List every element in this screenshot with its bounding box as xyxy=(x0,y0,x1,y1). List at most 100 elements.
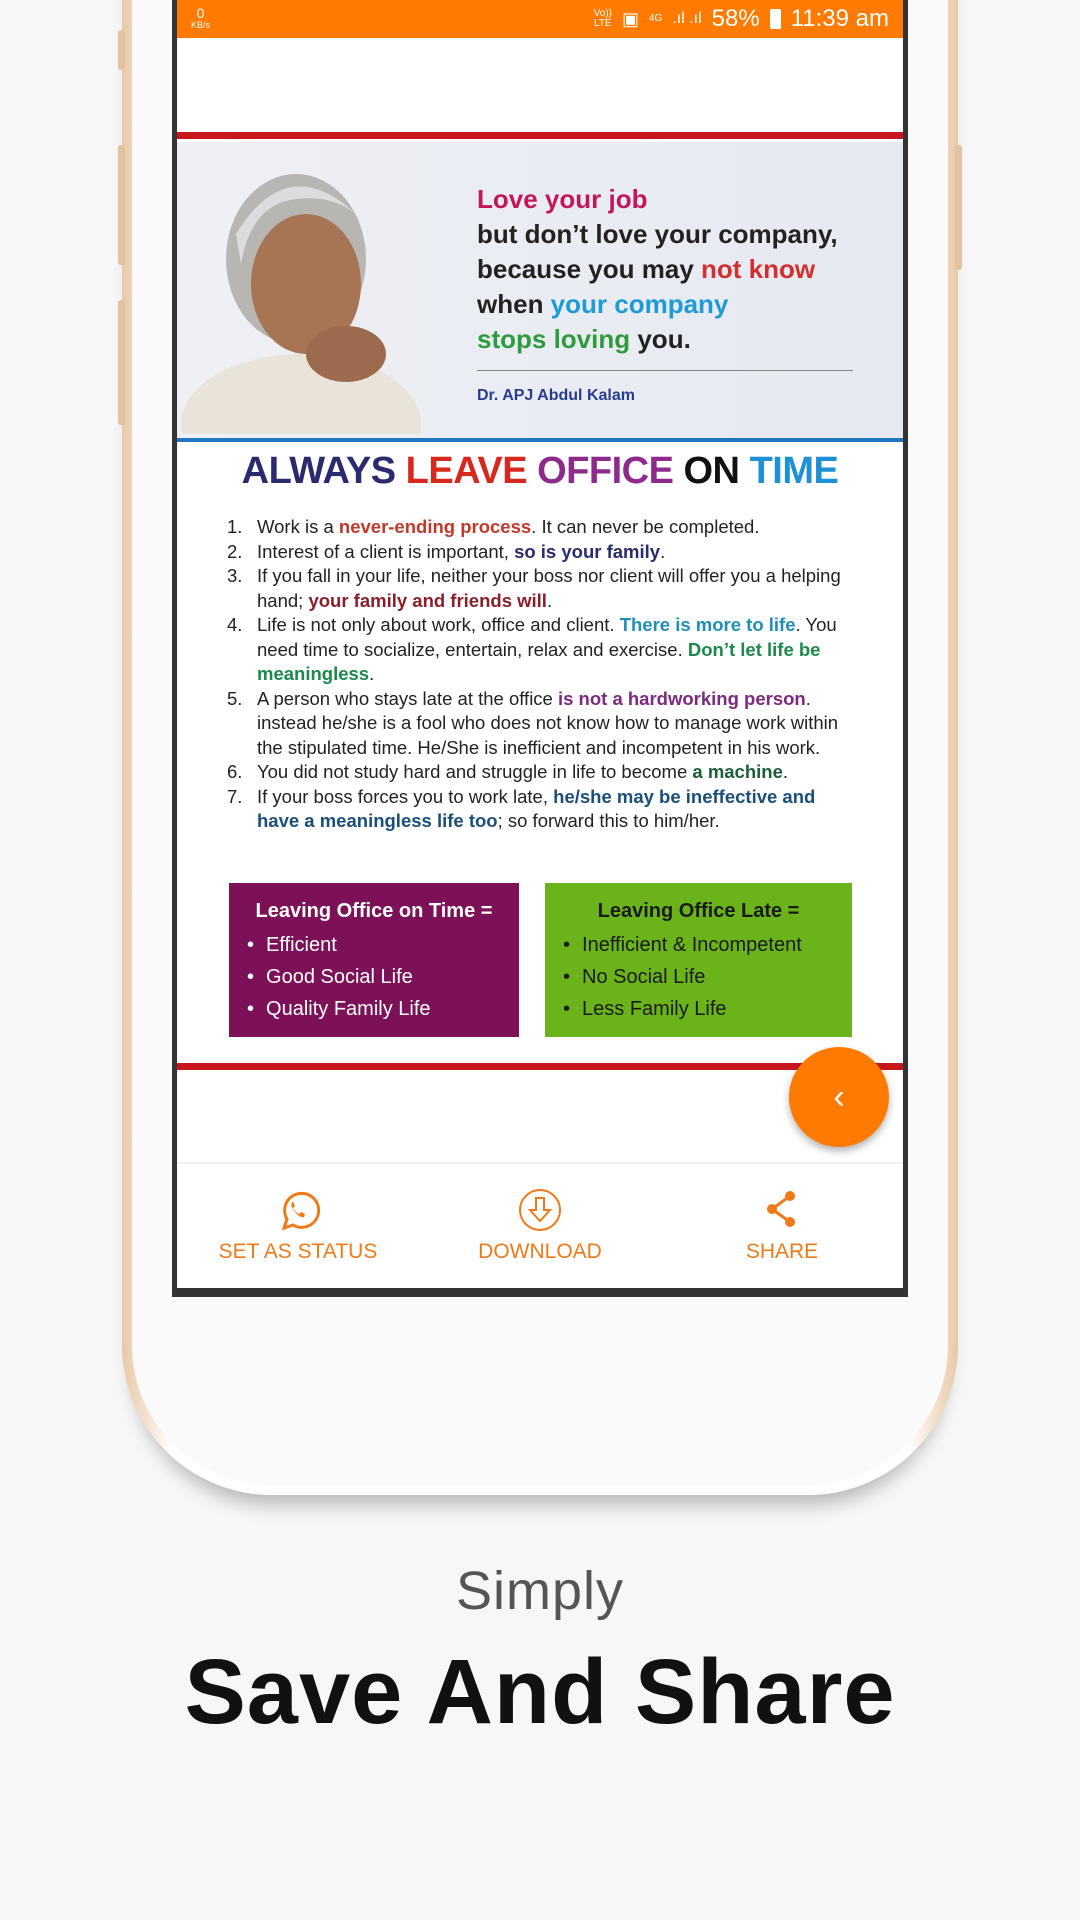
list-number: 1. xyxy=(227,516,243,537)
phone-power-button xyxy=(955,145,962,270)
text-span: A person who stays late at the office xyxy=(257,687,558,709)
status-bar: 0 KB/s Vo)) LTE ▣ 4G .ıl .ıl 58% 11:39 am xyxy=(177,0,903,38)
list-number: 6. xyxy=(227,761,243,782)
set-as-status-button[interactable]: SET AS STATUS xyxy=(177,1164,419,1288)
list-number: 2. xyxy=(227,540,243,562)
text-span: your company xyxy=(550,289,729,319)
volte-icon: Vo)) LTE xyxy=(593,8,612,29)
text-span: but don’t love your company, xyxy=(477,219,838,249)
list-item: Less Family Life xyxy=(563,993,834,1025)
title-word: TIME xyxy=(749,450,839,492)
late-box: Leaving Office Late = Inefficient & Inco… xyxy=(545,883,852,1037)
list-number: 5. xyxy=(227,687,243,709)
clock: 11:39 am xyxy=(790,5,889,32)
list-number: 3. xyxy=(227,565,243,586)
list-text: Life is not only about work, office and … xyxy=(257,613,861,687)
list-item: 3. If you fall in your life, neither your… xyxy=(227,564,861,613)
tips-list: 1. Work is a never-ending process. It can… xyxy=(227,515,861,834)
phone-side-button xyxy=(118,30,125,70)
list-item: 4. Life is not only about work, office an… xyxy=(227,613,861,687)
quote-divider-line xyxy=(177,438,903,442)
back-fab-button[interactable]: ‹ xyxy=(789,1047,889,1147)
poster-title: ALWAYS LEAVE OFFICE ON TIME xyxy=(177,450,903,493)
list-number: 7. xyxy=(227,785,243,807)
bottom-action-bar: SET AS STATUS DOWNLOAD SHARE xyxy=(177,1162,903,1288)
list-item: 7. If your boss forces you to work late, … xyxy=(227,785,861,834)
battery-percent: 58% xyxy=(711,5,760,32)
text-span: Love your job xyxy=(477,184,648,214)
phone-volume-up xyxy=(118,145,125,265)
quote-line: because you may not know xyxy=(477,252,838,287)
text-span: a machine xyxy=(692,761,783,782)
text-span: so is your family xyxy=(514,540,661,562)
list-item: 5. A person who stays late at the office … xyxy=(227,687,861,761)
caption-subtitle: Simply xyxy=(455,1561,625,1621)
set-as-status-label: SET AS STATUS xyxy=(218,1240,378,1263)
late-heading: Leaving Office Late = xyxy=(597,900,800,922)
text-span: . xyxy=(660,540,666,562)
caption-title: Save And Share xyxy=(184,1641,896,1743)
text-span: ; so forward this to him/her. xyxy=(497,810,720,831)
text-span: your family and friends will xyxy=(308,589,547,611)
list-text: A person who stays late at the office is… xyxy=(257,687,861,761)
list-item: Quality Family Life xyxy=(247,993,501,1025)
quote-line: but don’t love your company, xyxy=(477,217,838,252)
on-time-box: Leaving Office on Time = Efficient Good … xyxy=(229,883,519,1037)
download-button[interactable]: DOWNLOAD xyxy=(419,1164,661,1288)
quote-banner: Love your job but don’t love your company… xyxy=(177,142,903,438)
text-span: . It can never be completed. xyxy=(531,516,760,537)
text-span: never-ending process xyxy=(338,516,532,537)
quote-line: when your company xyxy=(477,287,838,322)
text-span: because you may xyxy=(477,254,701,284)
quote-divider xyxy=(477,370,853,371)
text-span: you. xyxy=(630,324,691,354)
list-text: Work is a never-ending process. It can n… xyxy=(257,515,759,540)
list-item: Inefficient & Incompetent xyxy=(563,929,834,961)
text-span: If your boss forces you to work late, xyxy=(257,785,554,807)
list-text: You did not study hard and struggle in l… xyxy=(257,760,788,785)
battery-icon xyxy=(769,9,781,29)
title-word: ON xyxy=(683,450,750,492)
list-number: 4. xyxy=(227,614,243,635)
phone-screen: 0 KB/s Vo)) LTE ▣ 4G .ıl .ıl 58% 11:39 am … xyxy=(172,0,908,1297)
network-speed: 0 KB/s xyxy=(191,5,211,30)
list-text: If your boss forces you to work late, he… xyxy=(257,785,861,834)
text-span: . xyxy=(369,663,375,684)
signal-icon: .ıl .ıl xyxy=(672,10,702,27)
text-span: stops loving xyxy=(477,324,631,354)
list-item: 6. You did not study hard and struggle in… xyxy=(227,760,861,785)
phone-volume-down xyxy=(118,300,125,425)
on-time-heading: Leaving Office on Time = xyxy=(255,900,493,922)
network-type: 4G xyxy=(648,13,663,24)
title-word: ALWAYS xyxy=(241,450,406,492)
text-span: is not a hardworking person xyxy=(557,687,806,709)
list-text: If you fall in your life, neither your b… xyxy=(257,564,861,613)
portrait-image xyxy=(181,174,421,434)
share-button[interactable]: SHARE xyxy=(661,1164,903,1288)
quote-text: Love your job but don’t love your company… xyxy=(477,182,838,357)
text-span: Work is a xyxy=(257,516,339,537)
list-text: Interest of a client is important, so is… xyxy=(257,540,665,565)
list-item: 1. Work is a never-ending process. It can… xyxy=(227,515,861,540)
text-span: Life is not only about work, office and … xyxy=(257,614,620,635)
list-item: Efficient xyxy=(247,929,501,961)
share-label: SHARE xyxy=(745,1240,819,1263)
quote-line: stops loving you. xyxy=(477,322,838,357)
list-item: No Social Life xyxy=(563,961,834,993)
poster-top-border xyxy=(177,132,903,139)
chevron-left-icon: ‹ xyxy=(833,1077,845,1116)
download-label: DOWNLOAD xyxy=(478,1240,602,1263)
title-word: OFFICE xyxy=(537,450,684,492)
text-span: not know xyxy=(701,254,816,284)
whatsapp-icon xyxy=(281,1191,320,1231)
text-span: There is more to life xyxy=(619,614,796,635)
download-icon xyxy=(519,1189,561,1231)
quote-line: Love your job xyxy=(477,182,838,217)
quote-author: Dr. APJ Abdul Kalam xyxy=(477,387,635,404)
sim-icon: ▣ xyxy=(621,8,639,29)
poster-bottom-border xyxy=(177,1063,903,1070)
text-span: . xyxy=(546,589,553,611)
share-icon xyxy=(767,1191,795,1227)
list-item: 2. Interest of a client is important, so … xyxy=(227,540,861,565)
title-word: LEAVE xyxy=(405,450,538,492)
